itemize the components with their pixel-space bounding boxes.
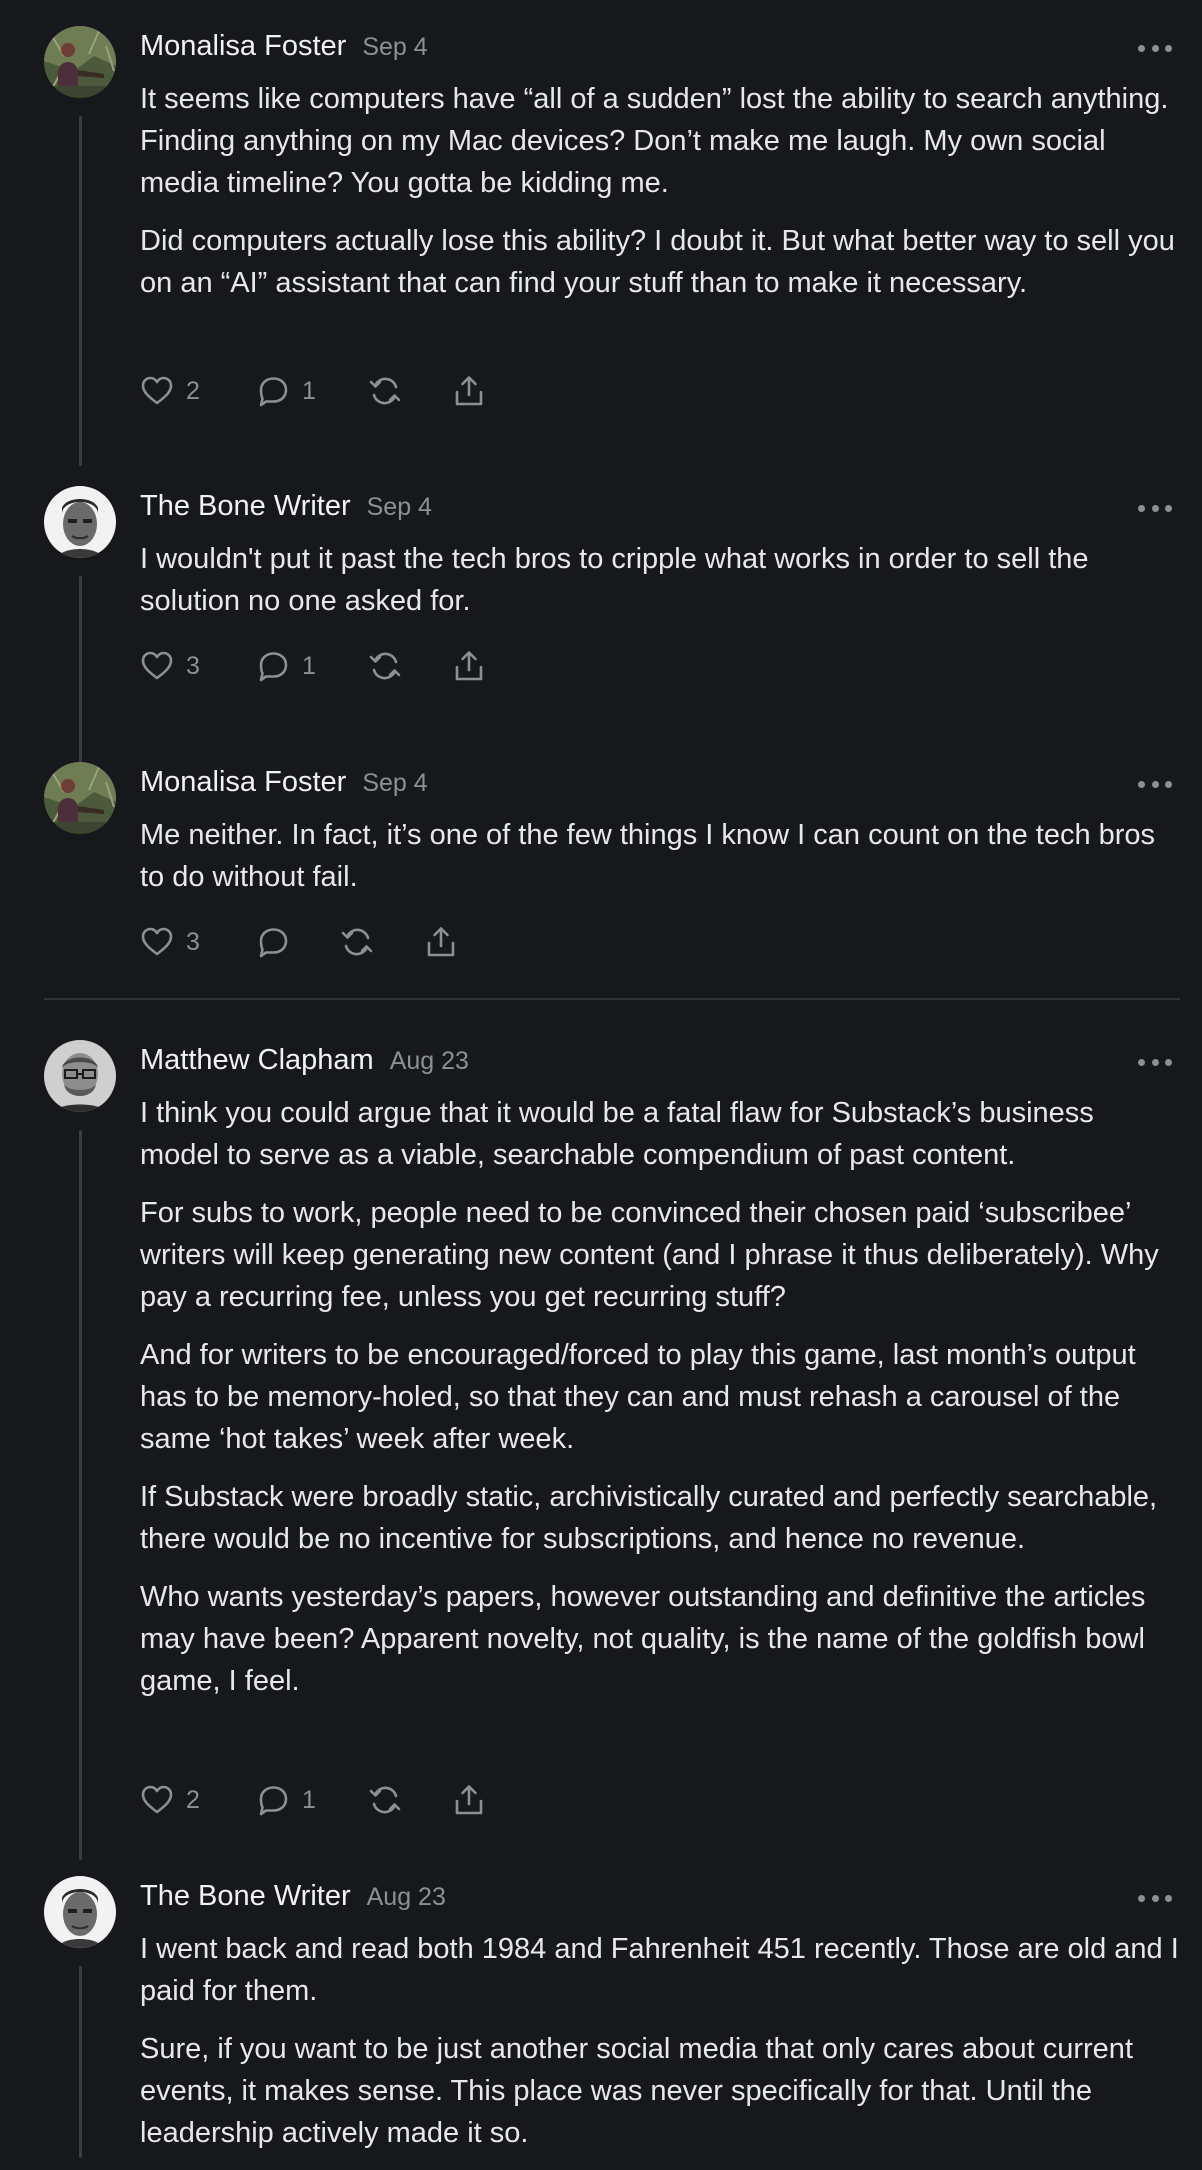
author-name[interactable]: The Bone Writer <box>140 1880 351 1913</box>
speech-bubble-icon <box>259 1786 288 1816</box>
comment-paragraph: Who wants yesterday’s papers, however ou… <box>140 1581 1146 1697</box>
speech-bubble-icon <box>259 377 288 407</box>
comment-header: The Bone Writer Sep 4 <box>140 490 432 530</box>
reply-count: 1 <box>302 651 316 680</box>
restack-button[interactable] <box>340 925 424 959</box>
comment: The Bone Writer Sep 4 I wouldn't put it … <box>0 486 1202 832</box>
comment-header: Monalisa Foster Sep 4 <box>140 30 428 70</box>
share-button[interactable] <box>424 925 458 959</box>
author-name[interactable]: Monalisa Foster <box>140 30 346 63</box>
comment-header: Monalisa Foster Sep 4 <box>140 766 428 806</box>
comment-paragraph: It seems like computers have “all of a s… <box>140 83 1169 199</box>
share-upload-icon <box>427 927 455 957</box>
restack-arrows-icon <box>341 928 373 956</box>
comment-date[interactable]: Aug 23 <box>390 1047 469 1076</box>
restack-button[interactable] <box>368 649 452 683</box>
comment: The Bone Writer Aug 23 I went back and r… <box>0 1876 1202 2158</box>
comment-actions: 2 1 <box>140 1780 486 1820</box>
comment: Matthew Clapham Aug 23 I think you could… <box>0 1040 1202 1860</box>
heart-icon <box>141 1785 173 1814</box>
like-count: 2 <box>186 376 200 405</box>
comment-paragraph: Did computers actually lose this ability… <box>140 225 1175 299</box>
more-options-icon[interactable] <box>1138 1052 1172 1072</box>
reply-button[interactable] <box>256 925 340 959</box>
comment-body: I wouldn't put it past the tech bros to … <box>140 538 1180 638</box>
author-name[interactable]: Matthew Clapham <box>140 1044 374 1077</box>
like-button[interactable]: 3 <box>140 649 256 683</box>
comment-paragraph: And for writers to be encouraged/forced … <box>140 1339 1136 1455</box>
comment-paragraph: Sure, if you want to be just another soc… <box>140 2033 1133 2149</box>
more-options-icon[interactable] <box>1138 38 1172 58</box>
like-button[interactable]: 2 <box>140 374 256 408</box>
comment-paragraph: For subs to work, people need to be conv… <box>140 1197 1159 1313</box>
avatar[interactable] <box>44 1876 116 1948</box>
comment-body: I went back and read both 1984 and Fahre… <box>140 1928 1180 2170</box>
more-options-icon[interactable] <box>1138 498 1172 518</box>
like-count: 3 <box>186 927 200 956</box>
comment-date[interactable]: Aug 23 <box>367 1883 446 1912</box>
more-options-icon[interactable] <box>1138 774 1172 794</box>
heart-icon <box>141 376 173 405</box>
comment-date[interactable]: Sep 4 <box>362 33 427 62</box>
reply-button[interactable]: 1 <box>256 649 368 683</box>
more-options-icon[interactable] <box>1138 1888 1172 1908</box>
reply-count: 1 <box>302 376 316 405</box>
restack-arrows-icon <box>369 652 401 680</box>
restack-arrows-icon <box>369 1786 401 1814</box>
comment: Monalisa Foster Sep 4 Me neither. In fac… <box>0 762 1202 982</box>
share-upload-icon <box>455 1785 483 1815</box>
share-button[interactable] <box>452 374 486 408</box>
comment: Monalisa Foster Sep 4 It seems like comp… <box>0 26 1202 466</box>
share-button[interactable] <box>452 649 486 683</box>
share-button[interactable] <box>452 1783 486 1817</box>
comment-body: Me neither. In fact, it’s one of the few… <box>140 814 1180 914</box>
comment-feed: Monalisa Foster Sep 4 It seems like comp… <box>0 0 1202 2158</box>
avatar[interactable] <box>44 762 116 834</box>
comment-header: The Bone Writer Aug 23 <box>140 1880 446 1920</box>
thread-line <box>79 1966 82 2158</box>
speech-bubble-icon <box>259 652 288 682</box>
like-count: 3 <box>186 651 200 680</box>
reply-count: 1 <box>302 1785 316 1814</box>
reply-button[interactable]: 1 <box>256 374 368 408</box>
thread-line <box>79 116 82 466</box>
heart-icon <box>141 651 173 680</box>
avatar[interactable] <box>44 1040 116 1112</box>
thread-line <box>79 1130 82 1860</box>
restack-button[interactable] <box>368 1783 452 1817</box>
comment-paragraph: I think you could argue that it would be… <box>140 1097 1094 1171</box>
share-upload-icon <box>455 376 483 406</box>
restack-button[interactable] <box>368 374 452 408</box>
comment-header: Matthew Clapham Aug 23 <box>140 1044 469 1084</box>
comment-paragraph: Me neither. In fact, it’s one of the few… <box>140 819 1156 893</box>
comment-actions: 3 <box>140 922 458 962</box>
share-upload-icon <box>455 651 483 681</box>
avatar[interactable] <box>44 26 116 98</box>
comment-paragraph: If Substack were broadly static, archivi… <box>140 1481 1158 1555</box>
speech-bubble-icon <box>259 928 288 958</box>
reply-button[interactable]: 1 <box>256 1783 368 1817</box>
comment-actions: 2 1 <box>140 371 486 411</box>
comment-body: It seems like computers have “all of a s… <box>140 78 1180 320</box>
thread-divider <box>44 998 1180 1000</box>
comment-paragraph: I wouldn't put it past the tech bros to … <box>140 543 1089 617</box>
author-name[interactable]: The Bone Writer <box>140 490 351 523</box>
avatar[interactable] <box>44 486 116 558</box>
like-button[interactable]: 3 <box>140 925 256 959</box>
comment-paragraph: I went back and read both 1984 and Fahre… <box>140 1933 1179 2007</box>
comment-actions: 3 1 <box>140 646 486 686</box>
restack-arrows-icon <box>369 377 401 405</box>
author-name[interactable]: Monalisa Foster <box>140 766 346 799</box>
like-count: 2 <box>186 1785 200 1814</box>
comment-date[interactable]: Sep 4 <box>362 769 427 798</box>
comment-date[interactable]: Sep 4 <box>367 493 432 522</box>
like-button[interactable]: 2 <box>140 1783 256 1817</box>
comment-body: I think you could argue that it would be… <box>140 1092 1180 1718</box>
heart-icon <box>141 927 173 956</box>
